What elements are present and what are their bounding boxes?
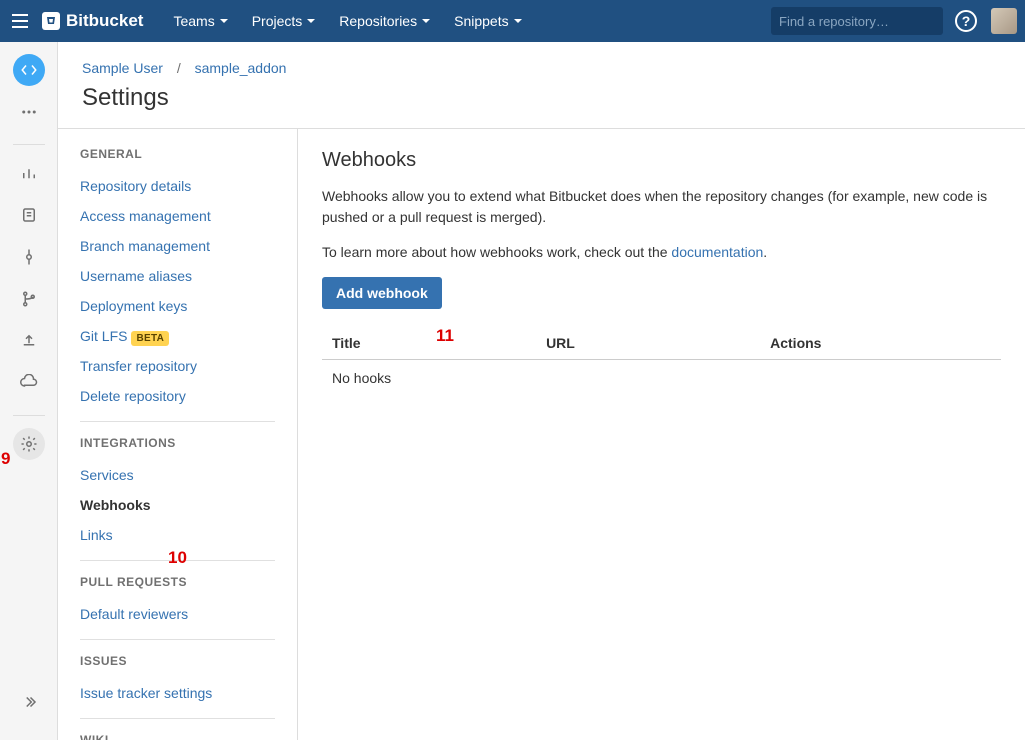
chevron-down-icon — [514, 19, 522, 23]
chevron-down-icon — [422, 19, 430, 23]
nav-section-title: INTEGRATIONS — [80, 436, 297, 450]
main-content: Webhooks Webhooks allow you to extend wh… — [298, 129, 1025, 740]
search-input[interactable] — [779, 14, 955, 29]
brand-text: Bitbucket — [66, 11, 143, 31]
table-header-row: Title URL Actions — [322, 327, 1001, 360]
branches-icon[interactable] — [13, 283, 45, 315]
settings-nav-deployment-keys[interactable]: Deployment keys — [80, 291, 297, 321]
settings-nav-services[interactable]: Services — [80, 460, 297, 490]
settings-icon[interactable] — [13, 428, 45, 460]
chevron-down-icon — [307, 19, 315, 23]
breadcrumb: Sample User / sample_addon — [82, 60, 1001, 76]
nav-teams[interactable]: Teams — [161, 0, 239, 42]
settings-nav-issue-tracker-settings[interactable]: Issue tracker settings — [80, 678, 297, 708]
top-navigation: Bitbucket Teams Projects Repositories Sn… — [0, 0, 1025, 42]
settings-nav-links[interactable]: Links — [80, 520, 297, 550]
documentation-link[interactable]: documentation — [671, 244, 763, 260]
nav-snippets[interactable]: Snippets — [442, 0, 533, 42]
nav-projects[interactable]: Projects — [240, 0, 328, 42]
user-avatar[interactable] — [991, 8, 1017, 34]
beta-badge: BETA — [131, 331, 169, 346]
nav-section-title: ISSUES — [80, 654, 297, 668]
chevron-down-icon — [220, 19, 228, 23]
repo-search[interactable] — [771, 7, 943, 35]
downloads-icon[interactable] — [13, 367, 45, 399]
add-webhook-button[interactable]: Add webhook — [322, 277, 442, 309]
settings-nav-delete-repository[interactable]: Delete repository — [80, 381, 297, 411]
settings-nav-transfer-repository[interactable]: Transfer repository — [80, 351, 297, 381]
settings-nav-webhooks[interactable]: Webhooks — [80, 490, 297, 520]
overview-icon[interactable] — [13, 157, 45, 189]
learn-text: To learn more about how webhooks work, c… — [322, 242, 1001, 263]
page-title: Settings — [82, 84, 1001, 112]
settings-nav-access-management[interactable]: Access management — [80, 201, 297, 231]
repo-iconbar — [0, 42, 58, 740]
more-dots-icon[interactable] — [13, 96, 45, 128]
nav-section-title: WIKI — [80, 733, 297, 740]
table-empty-row: No hooks — [322, 360, 1001, 396]
nav-section-title: GENERAL — [80, 147, 297, 161]
webhooks-table: Title URL Actions No hooks — [322, 327, 1001, 396]
settings-sidebar: GENERAL Repository detailsAccess manageme… — [58, 129, 298, 740]
commits-icon[interactable] — [13, 241, 45, 273]
column-url: URL — [546, 335, 770, 351]
bucket-icon — [42, 12, 60, 30]
expand-sidebar-icon[interactable] — [13, 686, 45, 718]
settings-nav-username-aliases[interactable]: Username aliases — [80, 261, 297, 291]
settings-nav-repository-details[interactable]: Repository details — [80, 171, 297, 201]
column-title: Title — [322, 335, 546, 351]
breadcrumb-separator: / — [177, 60, 181, 76]
source-browse-icon[interactable] — [13, 199, 45, 231]
menu-toggle-icon[interactable] — [8, 9, 32, 33]
column-actions: Actions — [770, 335, 1001, 351]
nav-repositories[interactable]: Repositories — [327, 0, 442, 42]
section-heading: Webhooks — [322, 149, 1001, 172]
breadcrumb-repo[interactable]: sample_addon — [195, 60, 287, 76]
settings-nav-git-lfs[interactable]: Git LFSBETA — [80, 321, 297, 351]
source-icon[interactable] — [13, 54, 45, 86]
intro-text: Webhooks allow you to extend what Bitbuc… — [322, 186, 1001, 228]
settings-nav-branch-management[interactable]: Branch management — [80, 231, 297, 261]
nav-section-title: PULL REQUESTS — [80, 575, 297, 589]
brand-logo[interactable]: Bitbucket — [42, 11, 143, 31]
breadcrumb-user[interactable]: Sample User — [82, 60, 163, 76]
page-header: Sample User / sample_addon Settings — [58, 42, 1025, 129]
settings-nav-default-reviewers[interactable]: Default reviewers — [80, 599, 297, 629]
help-icon[interactable]: ? — [955, 10, 977, 32]
upload-icon[interactable] — [13, 325, 45, 357]
